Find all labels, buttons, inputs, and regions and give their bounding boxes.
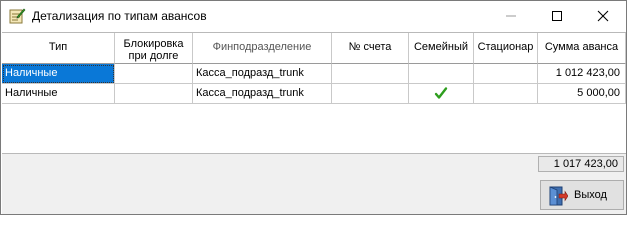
dialog-window: Детализация по типам авансов Тип Блокиро…	[0, 0, 627, 215]
column-header-lock[interactable]: Блокировка при долге	[115, 33, 193, 64]
cell-division[interactable]: Касса_подразд_trunk	[193, 64, 332, 84]
cell-account[interactable]	[332, 64, 409, 84]
minimize-button[interactable]	[488, 1, 534, 31]
total-amount: 1 017 423,00	[538, 156, 624, 172]
app-icon	[8, 7, 26, 25]
cell-amount[interactable]: 5 000,00	[538, 84, 626, 104]
title-bar: Детализация по типам авансов	[1, 1, 626, 31]
cell-lock[interactable]	[115, 64, 193, 84]
grid-header: Тип Блокировка при долге Финподразделени…	[2, 33, 626, 64]
close-icon	[597, 10, 609, 22]
cell-lock[interactable]	[115, 84, 193, 104]
exit-button[interactable]: Выход	[540, 180, 624, 210]
cell-stationary[interactable]	[474, 64, 538, 84]
table-row[interactable]: Наличные Касса_подразд_trunk 1 012 423,0…	[2, 64, 626, 84]
close-button[interactable]	[580, 1, 626, 31]
table-row[interactable]: Наличные Касса_подразд_trunk 5 000,00	[2, 84, 626, 104]
column-header-division[interactable]: Финподразделение	[193, 33, 332, 64]
cell-stationary[interactable]	[474, 84, 538, 104]
checkmark-icon	[409, 86, 473, 103]
maximize-icon	[552, 11, 562, 21]
cell-family[interactable]	[409, 84, 474, 104]
window-title: Детализация по типам авансов	[32, 9, 207, 23]
cell-division[interactable]: Касса_подразд_trunk	[193, 84, 332, 104]
exit-button-label: Выход	[574, 189, 607, 201]
button-panel: Выход	[2, 176, 626, 214]
cell-amount[interactable]: 1 012 423,00	[538, 64, 626, 84]
minimize-icon	[506, 15, 516, 17]
cell-family[interactable]	[409, 64, 474, 84]
grid-footer: 1 017 423,00	[2, 153, 626, 176]
cell-account[interactable]	[332, 84, 409, 104]
maximize-button[interactable]	[534, 1, 580, 31]
column-header-type[interactable]: Тип	[2, 33, 115, 64]
cell-type[interactable]: Наличные	[2, 64, 115, 84]
column-header-family[interactable]: Семейный	[409, 33, 474, 64]
column-header-account[interactable]: № счета	[332, 33, 409, 64]
exit-door-icon	[548, 186, 569, 206]
column-header-stationary[interactable]: Стационар	[474, 33, 538, 64]
cell-type[interactable]: Наличные	[2, 84, 115, 104]
column-header-amount[interactable]: Сумма аванса	[538, 33, 626, 64]
